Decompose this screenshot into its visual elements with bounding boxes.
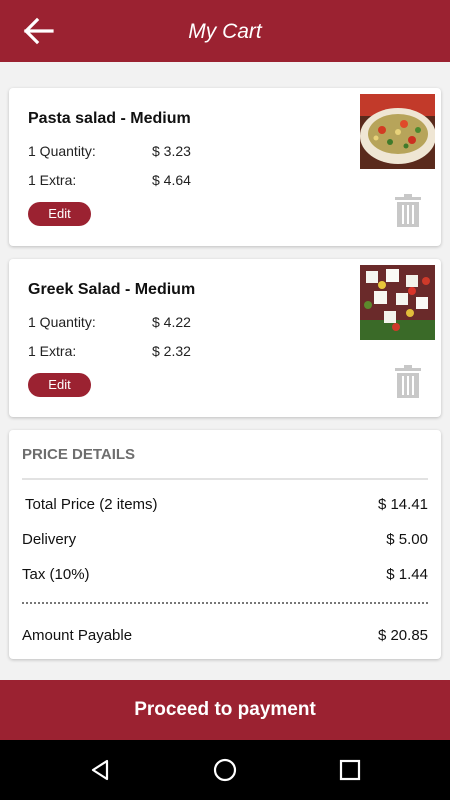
extra-label: 1 Extra: (28, 172, 77, 188)
amount-payable-value: $ 20.85 (377, 627, 428, 644)
pasta-salad-image (360, 94, 435, 169)
triangle-back-icon (91, 759, 109, 781)
quantity-price: $ 4.22 (152, 314, 191, 330)
cart-content: Pasta salad - Medium 1 Quantity: $ 3.23 … (0, 62, 450, 742)
square-recents-icon (339, 759, 361, 781)
trash-icon[interactable] (395, 194, 421, 227)
edit-button[interactable]: Edit (28, 202, 91, 226)
item-name: Pasta salad - Medium (28, 110, 191, 127)
edit-button[interactable]: Edit (28, 373, 91, 397)
price-details-card: PRICE DETAILS Total Price (2 items) $ 14… (9, 430, 441, 659)
quantity-label: 1 Quantity: (28, 314, 96, 330)
system-nav-bar (0, 740, 450, 800)
extra-price: $ 4.64 (152, 172, 191, 188)
price-details-title: PRICE DETAILS (22, 446, 136, 463)
cart-item-card: Pasta salad - Medium 1 Quantity: $ 3.23 … (9, 88, 441, 246)
cart-item-card: Greek Salad - Medium 1 Quantity: $ 4.22 … (9, 259, 441, 417)
quantity-price: $ 3.23 (152, 143, 191, 159)
quantity-label: 1 Quantity: (28, 143, 96, 159)
app-bar: My Cart (0, 0, 450, 62)
nav-recents-button[interactable] (335, 755, 365, 785)
tax-label: Tax (10%) (22, 566, 90, 583)
amount-payable-label: Amount Payable (22, 627, 133, 644)
delivery-value: $ 5.00 (386, 531, 428, 548)
proceed-to-payment-button[interactable]: Proceed to payment (0, 680, 450, 740)
divider (22, 478, 428, 480)
delivery-label: Delivery (22, 531, 77, 548)
page-title: My Cart (188, 20, 262, 43)
dotted-divider (22, 602, 428, 604)
nav-home-button[interactable] (210, 755, 240, 785)
greek-salad-image (360, 265, 435, 340)
nav-back-button[interactable] (85, 755, 115, 785)
extra-label: 1 Extra: (28, 343, 77, 359)
extra-price: $ 2.32 (152, 343, 191, 359)
trash-icon[interactable] (395, 365, 421, 398)
item-name: Greek Salad - Medium (28, 281, 196, 298)
total-price-label: Total Price (2 items) (25, 496, 158, 513)
tax-value: $ 1.44 (386, 566, 428, 583)
total-price-value: $ 14.41 (377, 496, 428, 513)
circle-home-icon (213, 758, 237, 782)
